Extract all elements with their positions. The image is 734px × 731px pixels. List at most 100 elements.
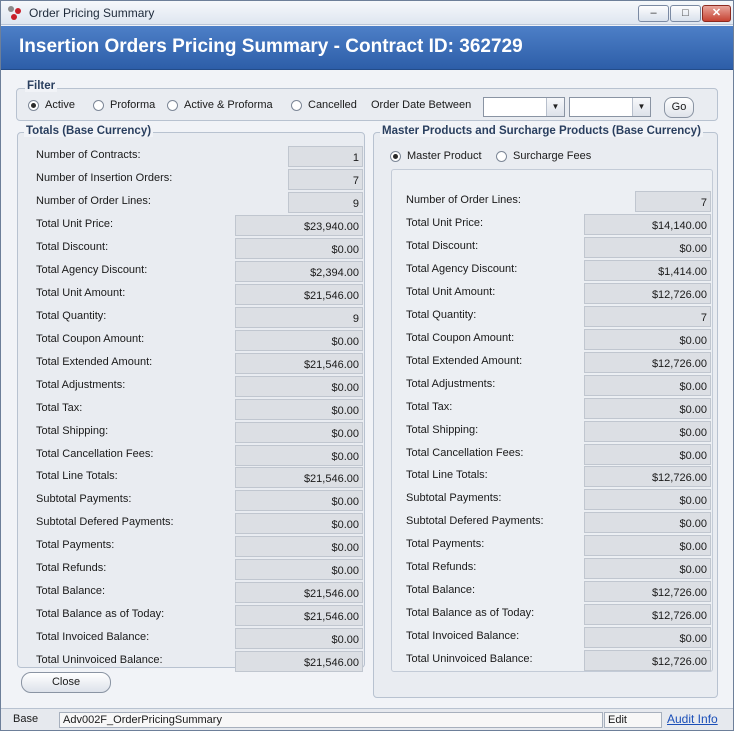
totals-label: Total Agency Discount: (36, 263, 148, 276)
totals-value: $21,546.00 (235, 352, 363, 374)
close-button[interactable]: Close (21, 672, 111, 693)
master-label: Total Balance: (406, 584, 476, 597)
master-value: $12,726.00 (584, 604, 711, 626)
totals-value: $0.00 (235, 375, 363, 397)
status-edit-state: Edit (604, 712, 662, 728)
master-label: Subtotal Payments: (406, 492, 502, 505)
totals-value: $0.00 (235, 513, 363, 535)
totals-label: Total Unit Price: (36, 218, 114, 230)
totals-label: Number of Order Lines: (36, 195, 151, 207)
status-bar: Base Adv002F_OrderPricingSummary Edit Au… (1, 708, 733, 730)
master-label: Total Unit Price: (406, 217, 484, 229)
master-label: Total Adjustments: (406, 377, 496, 390)
totals-value: $21,546.00 (235, 651, 363, 673)
totals-value: $21,546.00 (235, 582, 363, 604)
filter-radio-cancelled[interactable]: Cancelled (291, 97, 357, 113)
totals-value: $0.00 (235, 329, 363, 351)
totals-value: $0.00 (235, 559, 363, 581)
totals-value: $21,546.00 (235, 605, 363, 627)
master-value: $1,414.00 (584, 259, 711, 281)
window-title: Order Pricing Summary (29, 6, 155, 20)
totals-value: 1 (288, 146, 363, 167)
page-title: Insertion Orders Pricing Summary - Contr… (19, 36, 523, 57)
radio-icon (291, 99, 302, 111)
totals-label: Total Payments: (36, 539, 115, 552)
title-bar: Order Pricing Summary ‒ □ ✕ (1, 1, 733, 25)
master-label: Total Quantity: (406, 308, 477, 321)
audit-info-link[interactable]: Audit Info (667, 712, 718, 726)
chevron-down-icon[interactable]: ▼ (546, 98, 564, 116)
totals-title: Totals (Base Currency) (24, 125, 154, 137)
order-date-from-select[interactable]: ▼ (483, 97, 565, 117)
totals-label: Total Uninvoiced Balance: (36, 654, 163, 667)
totals-label: Number of Insertion Orders: (36, 172, 173, 184)
totals-value: $23,940.00 (235, 215, 363, 236)
totals-label: Total Cancellation Fees: (36, 447, 154, 460)
close-window-icon[interactable]: ✕ (702, 5, 731, 22)
totals-label: Total Invoiced Balance: (36, 631, 150, 644)
totals-label: Total Adjustments: (36, 378, 126, 391)
maximize-icon[interactable]: □ (670, 5, 701, 22)
totals-value: $0.00 (235, 536, 363, 558)
totals-value: $0.00 (235, 421, 363, 443)
master-label: Total Invoiced Balance: (406, 630, 520, 643)
master-label: Total Line Totals: (406, 469, 488, 482)
totals-value: $0.00 (235, 398, 363, 420)
master-value: $14,140.00 (584, 214, 711, 235)
master-value: $0.00 (584, 627, 711, 649)
master-value: $12,726.00 (584, 351, 711, 373)
totals-label: Number of Contracts: (36, 149, 141, 161)
radio-icon (167, 99, 178, 111)
master-value: $12,726.00 (584, 581, 711, 603)
status-form-name: Adv002F_OrderPricingSummary (59, 712, 603, 728)
totals-label: Total Refunds: (36, 562, 107, 575)
master-value: $0.00 (584, 328, 711, 350)
master-products-title: Master Products and Surcharge Products (… (380, 125, 703, 137)
totals-label: Total Quantity: (36, 309, 107, 322)
master-label: Number of Order Lines: (406, 194, 521, 206)
master-label: Total Agency Discount: (406, 262, 518, 275)
master-label: Total Unit Amount: (406, 285, 496, 298)
master-product-radio[interactable]: Master Product (390, 148, 482, 164)
master-label: Total Refunds: (406, 561, 477, 574)
totals-value: $0.00 (235, 237, 363, 259)
totals-value: $2,394.00 (235, 260, 363, 282)
totals-label: Total Balance: (36, 585, 106, 598)
filter-radio-proforma[interactable]: Proforma (93, 97, 155, 113)
totals-label: Total Unit Amount: (36, 286, 126, 299)
status-mode: Base (13, 713, 39, 725)
totals-label: Total Line Totals: (36, 470, 118, 483)
totals-value: $0.00 (235, 490, 363, 512)
master-label: Subtotal Defered Payments: (406, 515, 544, 528)
totals-value: 7 (288, 169, 363, 190)
go-button[interactable]: Go (664, 97, 694, 118)
radio-selected-icon (28, 99, 39, 111)
master-value: $0.00 (584, 443, 711, 465)
master-label: Total Uninvoiced Balance: (406, 653, 533, 666)
master-value: $0.00 (584, 397, 711, 419)
radio-selected-icon (390, 150, 401, 162)
header-banner: Insertion Orders Pricing Summary - Contr… (1, 26, 733, 70)
master-label: Total Tax: (406, 400, 453, 413)
totals-value: $0.00 (235, 628, 363, 650)
master-label: Total Extended Amount: (406, 354, 523, 367)
chevron-down-icon[interactable]: ▼ (632, 98, 650, 116)
totals-label: Subtotal Payments: (36, 493, 132, 506)
totals-value: $21,546.00 (235, 467, 363, 489)
filter-radio-active-proforma[interactable]: Active & Proforma (167, 97, 273, 113)
totals-value: $21,546.00 (235, 283, 363, 305)
master-value: $0.00 (584, 236, 711, 258)
master-label: Total Cancellation Fees: (406, 446, 524, 459)
radio-icon (93, 99, 104, 111)
surcharge-fees-radio[interactable]: Surcharge Fees (496, 148, 591, 164)
master-value: 7 (635, 191, 711, 212)
master-label: Total Coupon Amount: (406, 331, 515, 344)
master-label: Total Discount: (406, 239, 479, 252)
filter-label: Filter (25, 80, 58, 92)
master-label: Total Payments: (406, 538, 485, 551)
order-date-label: Order Date Between (371, 99, 472, 111)
minimize-icon[interactable]: ‒ (638, 5, 669, 22)
totals-label: Total Tax: (36, 401, 83, 414)
order-date-to-select[interactable]: ▼ (569, 97, 651, 117)
filter-radio-active[interactable]: Active (28, 97, 75, 113)
